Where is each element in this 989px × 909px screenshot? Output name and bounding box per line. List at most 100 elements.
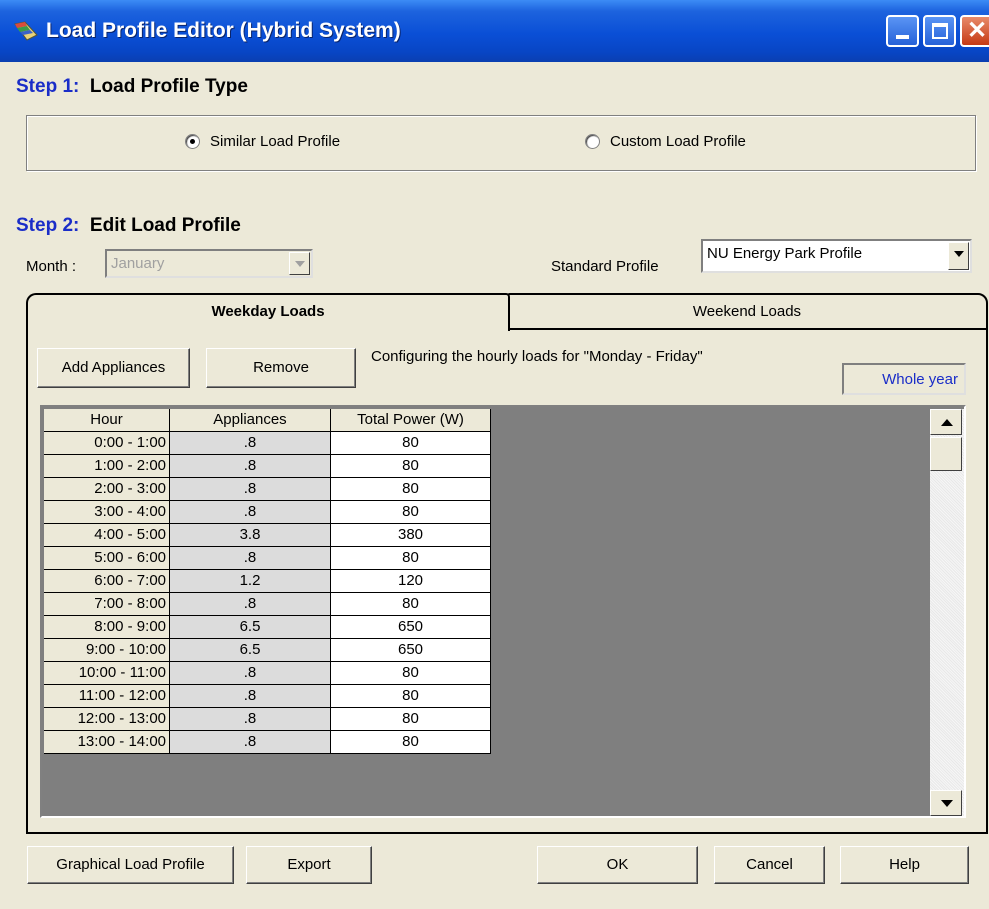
cell-appliances[interactable]: .8 [170, 685, 331, 708]
step1-heading: Step 1: Load Profile Type [16, 76, 248, 98]
cell-total-power[interactable]: 80 [331, 662, 491, 685]
standard-profile-value: NU Energy Park Profile [707, 245, 863, 262]
table-row[interactable]: 9:00 - 10:00 6.5 650 [44, 639, 938, 662]
cell-total-power[interactable]: 80 [331, 593, 491, 616]
chevron-down-icon [289, 252, 310, 275]
remove-button[interactable]: Remove [206, 348, 356, 388]
table-row[interactable]: 5:00 - 6:00.8 80 [44, 547, 938, 570]
cell-appliances[interactable]: 6.5 [170, 616, 331, 639]
export-button[interactable]: Export [246, 846, 372, 884]
standard-profile-select[interactable]: NU Energy Park Profile [701, 239, 972, 273]
table-row[interactable]: 11:00 - 12:00.8 80 [44, 685, 938, 708]
cell-total-power[interactable]: 380 [331, 524, 491, 547]
cell-hour: 9:00 - 10:00 [44, 639, 170, 662]
table-row[interactable]: 8:00 - 9:00 6.5 650 [44, 616, 938, 639]
cell-appliances[interactable]: .8 [170, 432, 331, 455]
cell-appliances[interactable]: 1.2 [170, 570, 331, 593]
load-profile-type-group: Similar Load Profile Custom Load Profile [26, 115, 976, 171]
tab-weekend-loads[interactable]: Weekend Loads [506, 293, 988, 330]
help-button[interactable]: Help [840, 846, 969, 884]
table-rows: 0:00 - 1:00.8 80 1:00 - 2:00.8 80 2:00 - 3:0… [44, 432, 938, 754]
cell-hour: 10:00 - 11:00 [44, 662, 170, 685]
column-header-hour[interactable]: Hour [44, 409, 170, 432]
cell-appliances[interactable]: .8 [170, 731, 331, 754]
info-text: Configuring the hourly loads for "Monday… [371, 348, 703, 365]
cell-hour: 2:00 - 3:00 [44, 478, 170, 501]
hourly-loads-grid: Hour Appliances Total Power (W) 0:00 - 1… [40, 405, 966, 818]
cell-total-power[interactable]: 80 [331, 455, 491, 478]
table-row[interactable]: 13:00 - 14:00.8 80 [44, 731, 938, 754]
month-select[interactable]: January [105, 249, 313, 278]
minimize-icon [896, 35, 909, 39]
cell-hour: 11:00 - 12:00 [44, 685, 170, 708]
grid-body: Hour Appliances Total Power (W) 0:00 - 1… [44, 409, 938, 816]
cell-hour: 12:00 - 13:00 [44, 708, 170, 731]
cell-total-power[interactable]: 80 [331, 708, 491, 731]
cell-total-power[interactable]: 650 [331, 639, 491, 662]
table-row[interactable]: 3:00 - 4:00.8 80 [44, 501, 938, 524]
table-row[interactable]: 4:00 - 5:00 3.8 380 [44, 524, 938, 547]
table-row[interactable]: 6:00 - 7:00 1.2 120 [44, 570, 938, 593]
table-row[interactable]: 1:00 - 2:00.8 80 [44, 455, 938, 478]
table-row[interactable]: 12:00 - 13:00.8 80 [44, 708, 938, 731]
cell-total-power[interactable]: 80 [331, 478, 491, 501]
cell-total-power[interactable]: 80 [331, 685, 491, 708]
cancel-button[interactable]: Cancel [714, 846, 825, 884]
cell-appliances[interactable]: 6.5 [170, 639, 331, 662]
scroll-up-icon[interactable] [930, 409, 962, 435]
column-header-appliances[interactable]: Appliances [170, 409, 331, 432]
maximize-icon [932, 23, 948, 39]
ok-button[interactable]: OK [537, 846, 698, 884]
scroll-down-icon[interactable] [930, 790, 962, 816]
close-button[interactable]: ✕ [960, 15, 989, 47]
tab-weekday-loads[interactable]: Weekday Loads [26, 293, 510, 331]
cell-hour: 13:00 - 14:00 [44, 731, 170, 754]
column-header-total-power[interactable]: Total Power (W) [331, 409, 491, 432]
maximize-button[interactable] [923, 15, 956, 47]
cell-appliances[interactable]: .8 [170, 708, 331, 731]
radio-similar-load-profile[interactable]: Similar Load Profile [185, 133, 340, 150]
cell-hour: 3:00 - 4:00 [44, 501, 170, 524]
month-label: Month : [26, 258, 77, 275]
cell-hour: 0:00 - 1:00 [44, 432, 170, 455]
chevron-down-icon [948, 242, 969, 270]
radio-custom-load-profile[interactable]: Custom Load Profile [585, 133, 746, 150]
cell-appliances[interactable]: .8 [170, 662, 331, 685]
cell-appliances[interactable]: .8 [170, 501, 331, 524]
radio-selected-icon [185, 134, 200, 149]
radio-label: Similar Load Profile [210, 133, 341, 150]
graphical-load-profile-button[interactable]: Graphical Load Profile [27, 846, 234, 884]
title-bar[interactable]: Load Profile Editor (Hybrid System) ✕ [0, 0, 989, 62]
cell-hour: 8:00 - 9:00 [44, 616, 170, 639]
step1-number: Step 1: [16, 76, 80, 97]
cell-appliances[interactable]: .8 [170, 547, 331, 570]
table-header: Hour Appliances Total Power (W) [44, 409, 938, 432]
cell-total-power[interactable]: 80 [331, 547, 491, 570]
cell-hour: 7:00 - 8:00 [44, 593, 170, 616]
step2-title: Edit Load Profile [89, 215, 241, 236]
cell-hour: 5:00 - 6:00 [44, 547, 170, 570]
cell-total-power[interactable]: 650 [331, 616, 491, 639]
cell-total-power[interactable]: 80 [331, 731, 491, 754]
table-row[interactable]: 10:00 - 11:00.8 80 [44, 662, 938, 685]
cell-appliances[interactable]: .8 [170, 478, 331, 501]
add-appliances-button[interactable]: Add Appliances [37, 348, 190, 388]
step2-heading: Step 2: Edit Load Profile [16, 215, 241, 237]
cell-total-power[interactable]: 80 [331, 501, 491, 524]
step1-title: Load Profile Type [89, 76, 248, 97]
cell-appliances[interactable]: .8 [170, 593, 331, 616]
table-row[interactable]: 2:00 - 3:00.8 80 [44, 478, 938, 501]
table-row[interactable]: 7:00 - 8:00.8 80 [44, 593, 938, 616]
cell-appliances[interactable]: 3.8 [170, 524, 331, 547]
standard-profile-label: Standard Profile [551, 258, 659, 275]
cell-total-power[interactable]: 120 [331, 570, 491, 593]
period-field: Whole year [842, 363, 966, 395]
cell-appliances[interactable]: .8 [170, 455, 331, 478]
scroll-thumb[interactable] [930, 437, 962, 471]
cell-hour: 6:00 - 7:00 [44, 570, 170, 593]
radio-label: Custom Load Profile [610, 133, 746, 150]
vertical-scrollbar[interactable] [930, 409, 964, 816]
cell-total-power[interactable]: 80 [331, 432, 491, 455]
table-row[interactable]: 0:00 - 1:00.8 80 [44, 432, 938, 455]
minimize-button[interactable] [886, 15, 919, 47]
